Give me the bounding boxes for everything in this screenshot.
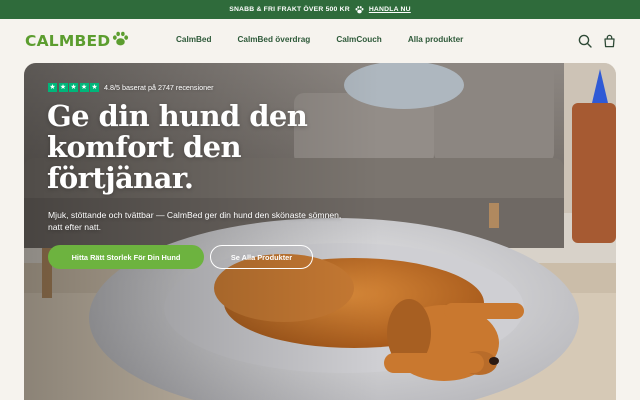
hero-subtext: Mjuk, stöttande och tvättbar — CalmBed g… xyxy=(48,210,342,232)
nav-calmbed[interactable]: CalmBed xyxy=(176,35,212,44)
hero-banner: ★ ★ ★ ★ ★ 4.8/5 baserat på 2747 recensio… xyxy=(24,63,616,400)
site-header: CALMBED CalmBed CalmBed överdrag CalmCou… xyxy=(0,19,640,63)
announcement-text: SNABB & FRI FRAKT ÖVER 500 KR xyxy=(229,6,350,13)
main-nav: CalmBed CalmBed överdrag CalmCouch Alla … xyxy=(176,35,489,44)
announcement-bar: SNABB & FRI FRAKT ÖVER 500 KR HANDLA NU xyxy=(0,0,640,19)
star-icon: ★ xyxy=(90,83,99,92)
logo-text: CALMBED xyxy=(25,32,111,50)
nav-all-products[interactable]: Alla produkter xyxy=(408,35,464,44)
search-icon[interactable] xyxy=(578,34,592,48)
find-size-button[interactable]: Hitta Rätt Storlek För Din Hund xyxy=(48,245,204,269)
nav-calmbed-cover[interactable]: CalmBed överdrag xyxy=(238,35,311,44)
paw-icon xyxy=(355,5,364,14)
trustpilot-stars: ★ ★ ★ ★ ★ xyxy=(48,83,99,92)
star-icon: ★ xyxy=(48,83,57,92)
hero-headline: Ge din hund den komfort den förtjänar. xyxy=(47,99,308,195)
nav-calmcouch[interactable]: CalmCouch xyxy=(336,35,382,44)
star-icon: ★ xyxy=(69,83,78,92)
shop-now-link[interactable]: HANDLA NU xyxy=(369,6,411,13)
paw-icon xyxy=(112,31,129,52)
cart-icon[interactable] xyxy=(603,34,617,48)
rating-text: 4.8/5 baserat på 2747 recensioner xyxy=(104,83,214,92)
logo[interactable]: CALMBED xyxy=(25,31,129,51)
all-products-button[interactable]: Se Alla Produkter xyxy=(210,245,313,269)
rating-bar: ★ ★ ★ ★ ★ 4.8/5 baserat på 2747 recensio… xyxy=(48,83,214,92)
star-icon: ★ xyxy=(58,83,68,92)
star-icon: ★ xyxy=(79,83,89,92)
